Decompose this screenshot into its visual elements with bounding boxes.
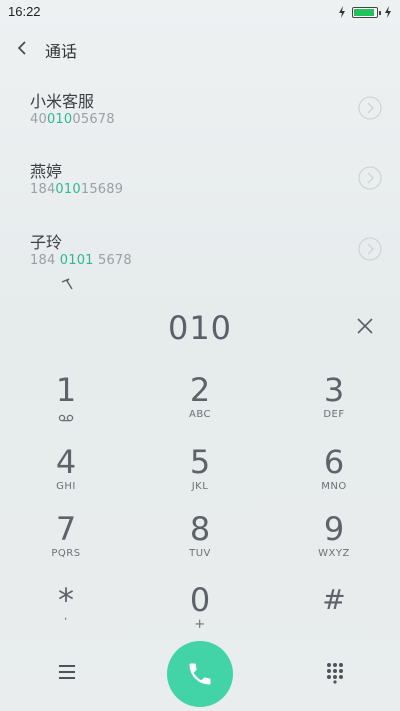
key-9[interactable]: 9 WXYZ xyxy=(279,511,389,571)
key-3[interactable]: 3 DEF xyxy=(279,372,389,432)
key-digit: 7 xyxy=(55,510,77,548)
number-part: 15689 xyxy=(80,182,124,197)
dialpad-icon xyxy=(327,663,343,684)
menu-button[interactable] xyxy=(55,660,79,684)
key-digit: 2 xyxy=(189,371,211,409)
key-letters: TUV xyxy=(189,548,211,559)
charging-icon xyxy=(385,6,391,18)
contact-detail-button[interactable] xyxy=(358,96,382,120)
key-letters: WXYZ xyxy=(318,548,350,559)
key-digit: 9 xyxy=(323,510,345,548)
key-letters: , xyxy=(64,611,68,622)
contact-name: 燕婷 xyxy=(30,162,63,181)
contact-number: 184 0101 5678 xyxy=(30,253,132,268)
contact-detail-button[interactable] xyxy=(358,166,382,190)
clear-button[interactable] xyxy=(352,314,378,338)
number-match: 010 xyxy=(55,182,81,197)
key-letters: + xyxy=(194,617,206,632)
contact-item[interactable]: 小米客服 4001005678 xyxy=(0,82,400,138)
collapse-arrow-icon xyxy=(61,278,73,290)
battery-nub xyxy=(379,10,381,15)
chevron-right-circle-icon xyxy=(358,96,382,120)
page-title: 通话 xyxy=(45,42,78,61)
key-digit: 4 xyxy=(55,443,77,481)
key-letters: JKL xyxy=(191,481,209,492)
key-digit: 3 xyxy=(323,371,345,409)
contact-number: 4001005678 xyxy=(30,112,115,127)
number-match: 0101 xyxy=(59,253,94,268)
key-hash[interactable]: # xyxy=(279,582,389,642)
chevron-right-circle-icon xyxy=(358,166,382,190)
nav-bar: 通话 xyxy=(0,32,400,64)
call-button[interactable] xyxy=(167,641,233,707)
key-letters: ABC xyxy=(188,409,211,420)
status-time: 16:22 xyxy=(8,4,41,19)
number-part: 05678 xyxy=(72,112,115,127)
chevron-left-icon xyxy=(17,41,26,55)
contact-item[interactable]: 子玲 184 0101 5678 xyxy=(0,223,400,279)
contact-name: 子玲 xyxy=(30,233,63,252)
number-part: 184 xyxy=(30,182,56,197)
key-8[interactable]: 8 TUV xyxy=(145,511,255,571)
status-bar: 16:22 xyxy=(0,0,400,24)
dialpad-toggle-button[interactable] xyxy=(323,660,347,684)
contact-name: 小米客服 xyxy=(30,92,95,111)
key-letters: DEF xyxy=(323,409,345,420)
voicemail-icon xyxy=(58,414,74,422)
collapse-keypad-button[interactable] xyxy=(58,276,78,294)
contact-detail-button[interactable] xyxy=(358,237,382,261)
key-digit: 0 xyxy=(189,581,211,619)
number-part: 40 xyxy=(30,112,47,127)
dialed-number: 010 xyxy=(167,309,233,347)
key-digit: 6 xyxy=(323,443,345,481)
key-letters: PQRS xyxy=(51,548,81,559)
phone-icon xyxy=(189,663,211,685)
back-button[interactable] xyxy=(12,36,34,60)
number-part: 184 xyxy=(30,253,60,268)
contact-item[interactable]: 燕婷 18401015689 xyxy=(0,152,400,208)
contact-number: 18401015689 xyxy=(30,182,123,197)
key-5[interactable]: 5 JKL xyxy=(145,444,255,504)
key-letters: GHI xyxy=(56,481,76,492)
key-1[interactable]: 1 xyxy=(11,372,121,432)
bottom-action-bar xyxy=(0,638,400,708)
key-0[interactable]: 0 + xyxy=(145,582,255,642)
key-digit: 8 xyxy=(189,510,211,548)
key-digit: 5 xyxy=(189,443,211,481)
key-7[interactable]: 7 PQRS xyxy=(11,511,121,571)
chevron-right-circle-icon xyxy=(358,237,382,261)
close-icon xyxy=(357,318,373,334)
key-4[interactable]: 4 GHI xyxy=(11,444,121,504)
key-digit: 1 xyxy=(55,371,77,409)
menu-icon xyxy=(59,665,75,679)
number-match: 010 xyxy=(46,112,73,127)
number-part: 5678 xyxy=(93,253,132,268)
key-2[interactable]: 2 ABC xyxy=(145,372,255,432)
status-icons xyxy=(338,5,392,19)
key-6[interactable]: 6 MNO xyxy=(279,444,389,504)
charging-icon xyxy=(339,6,345,18)
key-star[interactable]: * , xyxy=(11,582,121,642)
key-letters: MNO xyxy=(321,481,347,492)
key-digit: # xyxy=(322,583,346,616)
battery-icon xyxy=(352,6,381,18)
battery-fill xyxy=(354,8,374,16)
